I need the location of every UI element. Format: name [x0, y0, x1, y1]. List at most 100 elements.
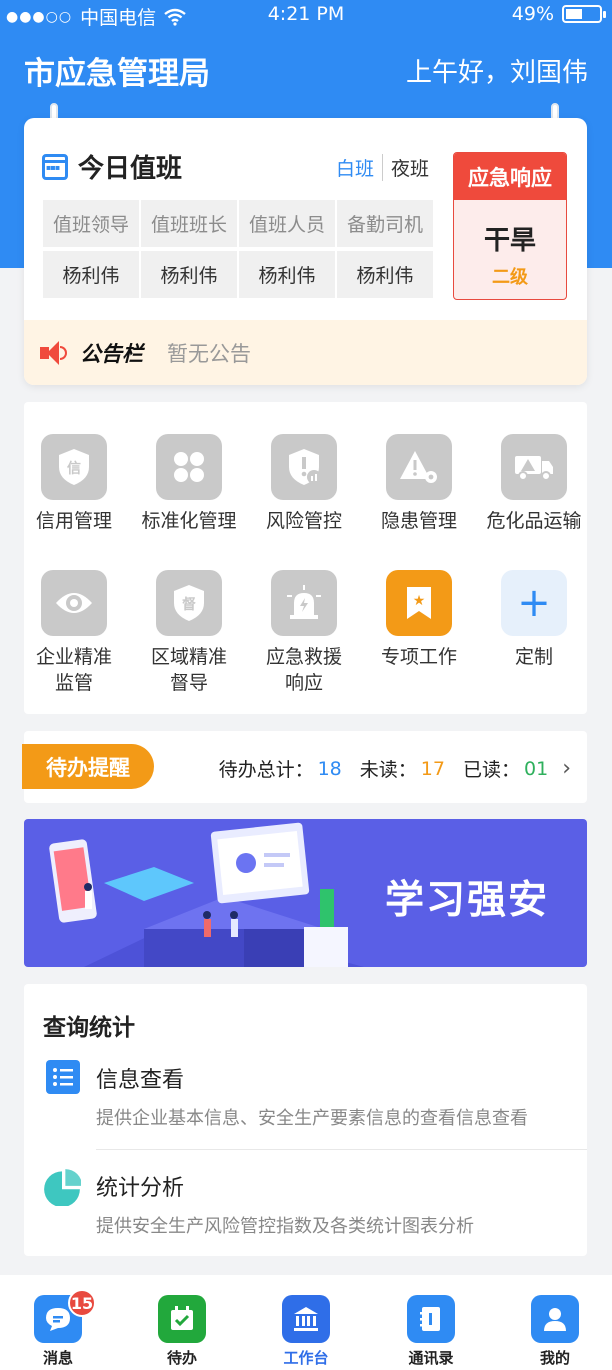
- tab-profile[interactable]: 我的: [515, 1295, 595, 1368]
- duty-person[interactable]: 杨利伟: [141, 251, 237, 298]
- app-label: 危化品运输: [486, 510, 582, 532]
- app-credit-management[interactable]: 信 信用管理: [17, 434, 131, 534]
- bank-building-icon: [282, 1295, 330, 1343]
- credit-shield-icon: 信: [41, 434, 107, 500]
- tab-label: 通讯录: [408, 1349, 454, 1367]
- battery-icon: [562, 5, 606, 23]
- emergency-response-box[interactable]: 应急响应 干旱 二级: [453, 152, 567, 300]
- app-special-work[interactable]: ★ 专项工作: [362, 570, 476, 670]
- org-title: 市应急管理局: [24, 56, 210, 92]
- tab-night-shift[interactable]: 夜班: [383, 154, 429, 181]
- banner-illustration: [49, 822, 364, 967]
- pie-chart-icon: [44, 1169, 81, 1206]
- duty-card: 今日值班 白班 夜班 值班领导 值班班长 值班人员 备勤司机 杨利伟 杨利伟 杨…: [24, 118, 587, 385]
- calendar-icon: [42, 153, 68, 180]
- duty-role: 值班班长: [141, 200, 237, 247]
- todo-tag: 待办提醒: [22, 744, 154, 789]
- tab-label: 待办: [166, 1349, 197, 1367]
- todo-total-count: 18: [317, 757, 342, 780]
- chat-bubble-icon: 15: [34, 1289, 96, 1343]
- duty-person[interactable]: 杨利伟: [43, 251, 139, 298]
- duty-person[interactable]: 杨利伟: [239, 251, 335, 298]
- hazard-warning-icon: [386, 434, 452, 500]
- list-icon: [46, 1060, 80, 1094]
- risk-shield-icon: [271, 434, 337, 500]
- status-bar: ●●●○○ 中国电信 4:21 PM 49%: [0, 0, 612, 30]
- svg-text:信: 信: [67, 460, 81, 477]
- notice-text: 暂无公告: [167, 341, 251, 366]
- duty-title: 今日值班: [78, 154, 183, 184]
- unread-badge: 15: [68, 1289, 96, 1317]
- duty-grid: 值班领导 值班班长 值班人员 备勤司机 杨利伟 杨利伟 杨利伟 杨利伟: [43, 200, 437, 298]
- app-hazard-management[interactable]: 隐患管理: [362, 434, 476, 534]
- app-enterprise-supervision[interactable]: 企业精准 监管: [17, 570, 131, 696]
- query-item-desc: 提供企业基本信息、安全生产要素信息的查看信息查看: [96, 1108, 528, 1129]
- greeting-text: 上午好，刘国伟: [405, 58, 588, 88]
- duty-role: 备勤司机: [337, 200, 433, 247]
- bookmark-star-icon: ★: [386, 570, 452, 636]
- speaker-icon: [40, 340, 68, 366]
- app-label: 企业精准 监管: [35, 646, 112, 694]
- todo-read-label: 已读：: [462, 759, 520, 781]
- app-label: 定制: [514, 646, 553, 668]
- app-label: 专项工作: [380, 646, 457, 668]
- todo-total-label: 待办总计：: [218, 759, 314, 781]
- app-risk-control[interactable]: 风险管控: [247, 434, 361, 534]
- app-emergency-rescue[interactable]: 应急救援 响应: [247, 570, 361, 696]
- query-card: 查询统计 信息查看 提供企业基本信息、安全生产要素信息的查看信息查看 统计分析 …: [24, 984, 587, 1256]
- app-label: 隐患管理: [380, 510, 457, 532]
- app-label: 风险管控: [265, 510, 342, 532]
- tab-label: 消息: [42, 1349, 73, 1367]
- notice-bar[interactable]: 公告栏 暂无公告: [24, 320, 587, 385]
- emergency-response-header: 应急响应: [454, 153, 566, 200]
- calendar-check-icon: [158, 1295, 206, 1343]
- app-label: 信用管理: [35, 510, 112, 532]
- emergency-level: 二级: [492, 267, 528, 288]
- tab-contacts[interactable]: 通讯录: [391, 1295, 471, 1368]
- address-book-icon: [407, 1295, 455, 1343]
- alarm-light-icon: [271, 570, 337, 636]
- tab-label: 我的: [539, 1349, 570, 1367]
- app-regional-supervision[interactable]: 督 区域精准 督导: [132, 570, 246, 696]
- todo-stats: 待办总计： 18 未读： 17 已读： 01 ›: [219, 755, 571, 782]
- notice-label: 公告栏: [80, 341, 143, 366]
- user-icon: [531, 1295, 579, 1343]
- query-item-statistics[interactable]: 统计分析 提供安全生产风险管控指数及各类统计图表分析: [44, 1168, 587, 1240]
- emergency-type: 干旱: [483, 226, 536, 256]
- divider: [96, 1149, 587, 1150]
- app-customize[interactable]: + 定制: [477, 570, 591, 670]
- banner-title: 学习强安: [384, 878, 549, 923]
- query-item-name: 统计分析: [96, 1176, 185, 1201]
- app-hazmat-transport[interactable]: 危化品运输: [477, 434, 591, 534]
- query-item-name: 信息查看: [96, 1068, 185, 1093]
- grid-four-icon: [156, 434, 222, 500]
- tab-messages[interactable]: 15 消息: [18, 1289, 98, 1368]
- chevron-right-icon[interactable]: ›: [562, 756, 571, 781]
- tab-day-shift[interactable]: 白班: [336, 154, 384, 181]
- app-label: 标准化管理: [141, 510, 237, 532]
- supervise-shield-icon: 督: [156, 570, 222, 636]
- query-item-desc: 提供安全生产风险管控指数及各类统计图表分析: [96, 1216, 474, 1237]
- svg-text:★: ★: [413, 593, 426, 609]
- battery-percent: 49%: [511, 3, 554, 25]
- apps-card: 信 信用管理 标准化管理 风险管控 隐患管理 危化品运输 企业精准 监管 督 区…: [24, 402, 587, 714]
- tab-todo[interactable]: 待办: [142, 1295, 222, 1368]
- bottom-tab-bar: 15 消息 待办 工作台 通讯录 我的: [0, 1275, 612, 1370]
- query-section-title: 查询统计: [43, 1015, 135, 1041]
- eye-icon: [41, 570, 107, 636]
- tab-label: 工作台: [283, 1349, 329, 1367]
- query-item-info[interactable]: 信息查看 提供企业基本信息、安全生产要素信息的查看信息查看: [46, 1060, 587, 1132]
- todo-unread-count: 17: [420, 757, 445, 780]
- todo-unread-label: 未读：: [359, 759, 417, 781]
- app-label: 应急救援 响应: [265, 646, 342, 694]
- todo-card[interactable]: 待办提醒 待办总计： 18 未读： 17 已读： 01 ›: [22, 731, 587, 803]
- duty-person[interactable]: 杨利伟: [337, 251, 433, 298]
- duty-role: 值班人员: [239, 200, 335, 247]
- plus-icon: +: [501, 570, 567, 636]
- tab-workbench[interactable]: 工作台: [266, 1295, 346, 1368]
- todo-read-count: 01: [524, 757, 549, 780]
- app-label: 区域精准 督导: [150, 646, 227, 694]
- learning-banner[interactable]: 学习强安: [24, 819, 587, 967]
- hazmat-truck-icon: [501, 434, 567, 500]
- app-standardization[interactable]: 标准化管理: [132, 434, 246, 534]
